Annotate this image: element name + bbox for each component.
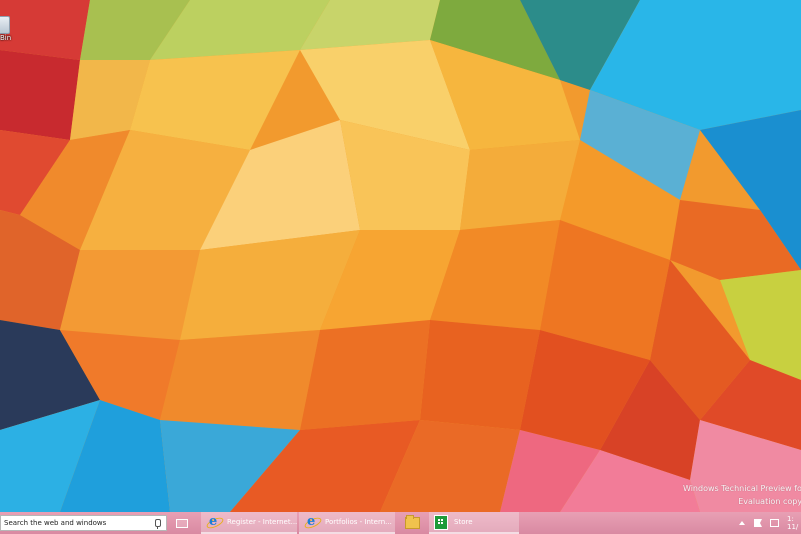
action-center-flag-icon[interactable] — [754, 519, 762, 527]
search-input[interactable] — [1, 516, 147, 530]
search-box — [0, 515, 167, 531]
microphone-icon[interactable] — [155, 519, 161, 529]
file-explorer-icon — [404, 515, 420, 529]
recycle-bin-label: Bin — [0, 34, 12, 42]
recycle-bin-icon — [0, 16, 10, 34]
wallpaper — [0, 0, 801, 512]
clock-date: 11/ — [787, 523, 799, 531]
evaluation-watermark: Windows Technical Preview for Ent Evalua… — [683, 482, 801, 508]
clock-time: 1: — [787, 515, 794, 523]
internet-explorer-icon: e — [205, 514, 225, 531]
taskbar-button-label: Portfolios - Intern... — [325, 518, 392, 526]
watermark-line-1: Windows Technical Preview for Ent — [682, 484, 801, 493]
show-hidden-icons-icon[interactable] — [739, 521, 745, 525]
store-icon — [434, 514, 448, 530]
taskbar-button-register[interactable]: e Register - Internet... — [201, 512, 297, 534]
desktop: Bin Windows Technical Preview for Ent Ev… — [0, 0, 801, 512]
network-icon[interactable] — [770, 519, 779, 527]
taskbar-button-label: Register - Internet... — [227, 518, 297, 526]
internet-explorer-icon: e — [303, 514, 323, 531]
recycle-bin-shortcut[interactable]: Bin — [0, 16, 30, 50]
watermark-line-2: Evaluation copy. Buil — [738, 497, 801, 506]
clock[interactable]: 1: 11/ — [787, 515, 801, 531]
taskbar-button-label: Store — [454, 518, 473, 526]
system-tray: 1: 11/ — [734, 512, 801, 534]
taskbar-button-portfolios[interactable]: e Portfolios - Intern... — [299, 512, 395, 534]
taskbar-button-store[interactable]: Store — [429, 512, 519, 534]
taskbar: e Register - Internet... e Portfolios - … — [0, 512, 801, 534]
taskbar-button-file-explorer[interactable] — [397, 512, 427, 534]
task-view-icon — [176, 518, 188, 528]
task-view-button[interactable] — [167, 512, 197, 534]
